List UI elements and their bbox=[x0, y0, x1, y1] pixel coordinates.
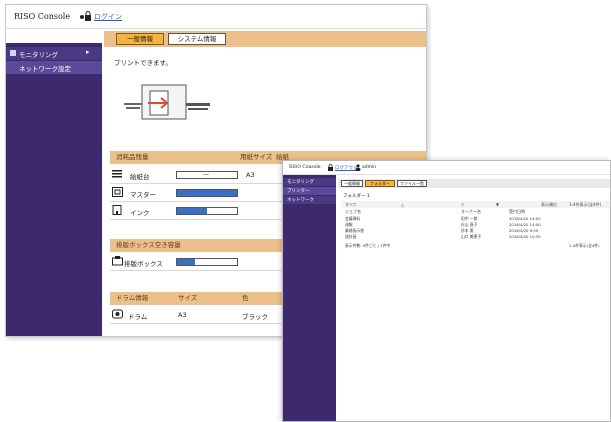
sidebar bbox=[6, 43, 102, 336]
drum-header-label: ドラム情報 bbox=[116, 294, 149, 302]
master-level bbox=[176, 189, 238, 197]
paper-tray-label: 給紙台 bbox=[130, 173, 150, 181]
sidebar-item-network[interactable]: ネットワーク bbox=[283, 196, 336, 204]
col-date: 受付日時 bbox=[509, 209, 525, 214]
app-name: RISO Console bbox=[14, 12, 71, 21]
toolbar-sort-active[interactable]: ▼ bbox=[496, 202, 499, 207]
ink-label: インク bbox=[130, 209, 150, 217]
table-header: ジョブ名 オーナー名 受付日時 bbox=[341, 209, 610, 215]
drum-label: ドラム bbox=[128, 313, 148, 321]
col-job-name: ジョブ名 bbox=[345, 209, 361, 214]
tab-general[interactable]: 一般情報 bbox=[116, 33, 164, 45]
monitor-icon bbox=[10, 50, 16, 56]
tab-system[interactable]: システム情報 bbox=[168, 33, 226, 45]
sidebar-item-printer[interactable]: プリンター bbox=[283, 187, 336, 195]
ink-icon bbox=[112, 205, 122, 215]
printer-illustration-icon bbox=[124, 84, 210, 120]
chevron-right-icon: ▸ bbox=[86, 48, 90, 56]
toolbar-all[interactable]: すべて bbox=[345, 202, 357, 208]
sidebar-item-monitoring[interactable]: モニタリング ▸ bbox=[6, 47, 102, 60]
ink-level-fill bbox=[177, 208, 207, 214]
waste-box-level bbox=[176, 258, 238, 266]
job-date: 2016/4/20 10:30 bbox=[509, 234, 541, 239]
footer-count: 表示件数: 5件ごと / 1件中 bbox=[345, 243, 391, 248]
lock-icon bbox=[328, 164, 333, 171]
list-footer: 表示件数: 5件ごと / 1件中 1-4件表示(全4件) bbox=[341, 243, 610, 249]
folder-select[interactable]: フォルダー 1 bbox=[343, 193, 370, 199]
status-text: プリントできます。 bbox=[114, 59, 172, 67]
master-level-fill bbox=[177, 190, 237, 196]
job-owner: 山口 美恵子 bbox=[461, 234, 482, 239]
tab-folder[interactable]: フォルダー bbox=[365, 180, 395, 187]
waste-box-icon bbox=[112, 256, 123, 266]
table-row[interactable]: 週報 杉山 直子 2016/4/20 14:50 bbox=[341, 222, 610, 227]
toolbar-sort-up[interactable]: △ bbox=[401, 202, 404, 207]
table-row[interactable]: 週計画 山口 美恵子 2016/4/20 10:30 bbox=[341, 234, 610, 239]
drum-icon bbox=[112, 309, 123, 319]
toolbar-sort-down[interactable]: ▽ bbox=[461, 202, 464, 207]
paper-size-header: 用紙サイズ bbox=[240, 153, 273, 161]
sidebar-item-label: ネットワーク設定 bbox=[19, 65, 71, 73]
ink-level bbox=[176, 207, 238, 215]
job-date: 2016/4/20 14:00 bbox=[509, 216, 541, 221]
drum-size-header: サイズ bbox=[178, 294, 198, 302]
waste-box-level-fill bbox=[177, 259, 195, 265]
tab-general[interactable]: 一般情報 bbox=[341, 180, 363, 187]
user-name[interactable]: admin bbox=[362, 165, 376, 170]
table-row[interactable]: 業務指示書 鈴木 薫 2016/4/20 9:50 bbox=[341, 228, 610, 233]
paper-tray-level-text: — bbox=[203, 171, 209, 178]
paper-size-value: A3 bbox=[246, 171, 255, 179]
app-name: RISO Console bbox=[289, 165, 321, 170]
tab-file-list[interactable]: ファイル一覧 bbox=[397, 180, 427, 187]
login-link[interactable]: ログイン bbox=[94, 12, 122, 22]
job-name: 週計画 bbox=[345, 234, 357, 239]
footer-page-info: 1-4件表示(全4件) bbox=[569, 243, 600, 248]
sidebar-item-monitoring[interactable]: モニタリング bbox=[283, 178, 336, 186]
drum-color-header: 色 bbox=[242, 294, 249, 302]
waste-box-label: 排版ボックス bbox=[124, 260, 163, 268]
master-icon bbox=[112, 187, 123, 197]
toolbar-display-order[interactable]: 表示順位 bbox=[541, 202, 557, 208]
sidebar-item-label: モニタリング bbox=[19, 51, 58, 59]
list-toolbar: すべて △ ▽ ▼ 表示順位 1-4件表示(全4件) bbox=[341, 201, 610, 208]
sidebar-item-network[interactable]: ネットワーク設定 bbox=[6, 61, 102, 74]
folder-window: RISO Console ログアウト admin モニタリング プリンター ネッ… bbox=[282, 160, 611, 422]
sidebar-item-label: ネットワーク bbox=[287, 198, 314, 203]
sidebar-item-label: プリンター bbox=[287, 189, 310, 194]
user-icon bbox=[355, 164, 361, 171]
col-owner: オーナー名 bbox=[461, 209, 481, 214]
job-date: 2016/4/20 14:50 bbox=[509, 222, 541, 227]
drum-size-value: A3 bbox=[178, 311, 187, 319]
sidebar-item-label: モニタリング bbox=[287, 180, 314, 185]
table-row[interactable]: 会議資料 田中 一郎 2016/4/20 14:00 bbox=[341, 216, 610, 221]
toolbar-page-info: 1-4件表示(全4件) bbox=[569, 202, 602, 207]
paper-tray-level: — bbox=[176, 171, 238, 179]
job-date: 2016/4/20 9:50 bbox=[509, 228, 539, 233]
paper-tray-icon bbox=[112, 170, 122, 178]
drum-color-value: ブラック bbox=[242, 313, 268, 321]
consumables-header-label: 消耗品残量 bbox=[116, 153, 149, 161]
sidebar bbox=[283, 175, 336, 421]
lock-icon bbox=[80, 11, 91, 21]
master-label: マスター bbox=[130, 191, 156, 199]
